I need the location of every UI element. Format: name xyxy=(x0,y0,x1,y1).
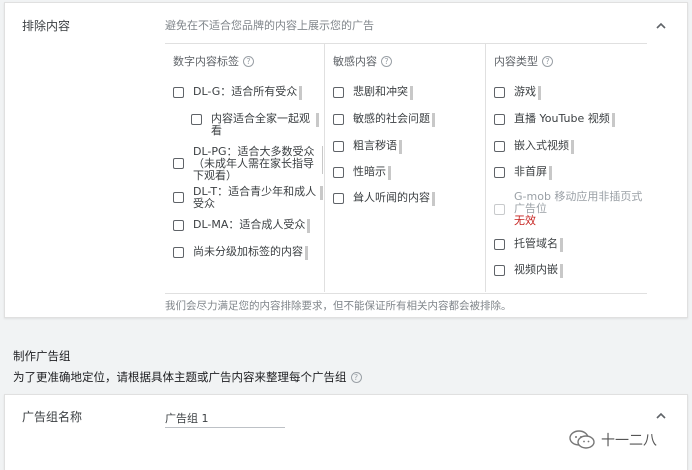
option-label: 敏感的社会问题 xyxy=(353,112,430,125)
help-icon[interactable]: ? xyxy=(350,371,362,383)
option-in-video[interactable]: 视频内嵌 xyxy=(494,264,563,278)
option-label: 嵌入式视频 xyxy=(514,139,569,152)
checkbox[interactable] xyxy=(333,141,344,152)
option-label: 悲剧和冲突 xyxy=(353,85,408,98)
option-embedded-video[interactable]: 嵌入式视频 xyxy=(494,140,574,154)
scroll-marker xyxy=(316,113,319,127)
column-header: 敏感内容 xyxy=(333,55,377,68)
scroll-marker xyxy=(549,166,552,180)
checkbox[interactable] xyxy=(494,167,505,178)
scroll-marker xyxy=(321,146,323,174)
checkbox[interactable] xyxy=(173,247,184,258)
adgroup-name-label: 广告组名称 xyxy=(22,410,83,424)
checkbox[interactable] xyxy=(191,114,202,125)
wechat-icon xyxy=(569,430,595,449)
option-dl-pg[interactable]: DL-PG：适合大多数受众（未成年人需在家长指导下观看） xyxy=(173,146,323,182)
card-title: 排除内容 xyxy=(22,19,71,33)
help-icon[interactable]: ? xyxy=(542,55,553,67)
chevron-up-icon[interactable] xyxy=(653,407,669,423)
option-label: DL-MA：适合成人受众 xyxy=(193,218,306,231)
option-label: DL-T：适合青少年和成人受众 xyxy=(193,185,317,210)
help-icon[interactable]: ? xyxy=(243,55,254,67)
option-label: 粗言秽语 xyxy=(353,139,397,152)
watermark: 十一二八 xyxy=(568,429,657,451)
scroll-marker xyxy=(388,166,391,180)
checkbox[interactable] xyxy=(494,239,505,250)
checkbox[interactable] xyxy=(173,220,184,231)
chevron-up-icon[interactable] xyxy=(653,17,669,33)
checkbox[interactable] xyxy=(494,87,505,98)
option-games[interactable]: 游戏 xyxy=(494,86,541,100)
adgroup-section-subtitle: 为了更准确地定位，请根据具体主题或广告内容来整理每个广告组 xyxy=(13,370,347,384)
option-parked-domains[interactable]: 托管域名 xyxy=(494,238,563,252)
scroll-marker xyxy=(432,192,435,206)
scroll-marker xyxy=(538,86,541,100)
option-label: 内容适合全家一起观看 xyxy=(211,112,310,137)
checkbox[interactable] xyxy=(494,141,505,152)
column-content-type: 内容类型 ? 游戏 直播 YouTube 视频 嵌入式视频 非首屏 G-mob … xyxy=(486,44,647,292)
exclusion-grid: 数字内容标签 ? DL-G：适合所有受众 内容适合全家一起观看 DL-PG：适合… xyxy=(165,43,647,292)
checkbox[interactable] xyxy=(333,114,344,125)
option-live-youtube[interactable]: 直播 YouTube 视频 xyxy=(494,113,615,127)
scroll-marker xyxy=(299,86,303,100)
checkbox[interactable] xyxy=(173,87,184,98)
help-icon[interactable]: ? xyxy=(381,55,392,67)
checkbox-disabled xyxy=(494,204,505,215)
option-sensational[interactable]: 耸人听闻的内容 xyxy=(333,192,435,206)
scroll-marker xyxy=(432,113,435,127)
option-social-issues[interactable]: 敏感的社会问题 xyxy=(333,113,435,127)
scroll-marker xyxy=(571,140,574,154)
checkbox[interactable] xyxy=(173,158,184,169)
column-header: 内容类型 xyxy=(494,55,538,68)
option-tragedy-conflict[interactable]: 悲剧和冲突 xyxy=(333,86,413,100)
option-profanity[interactable]: 粗言秽语 xyxy=(333,140,402,154)
checkbox[interactable] xyxy=(333,193,344,204)
column-header: 数字内容标签 xyxy=(173,55,239,68)
option-label: 直播 YouTube 视频 xyxy=(514,112,610,125)
scroll-marker xyxy=(560,264,563,278)
scroll-marker xyxy=(611,113,615,127)
option-label: 视频内嵌 xyxy=(514,263,558,276)
option-label: DL-PG：适合大多数受众（未成年人需在家长指导下观看） xyxy=(193,145,315,182)
option-label: 非首屏 xyxy=(514,165,547,178)
adgroup-section-title: 制作广告组 xyxy=(13,349,71,363)
checkbox[interactable] xyxy=(333,87,344,98)
option-dl-ma[interactable]: DL-MA：适合成人受众 xyxy=(173,219,323,233)
option-label: 性暗示 xyxy=(353,165,386,178)
option-label: 耸人听闻的内容 xyxy=(353,191,430,204)
option-gmob-disabled: G-mob 移动应用非插页式广告位 无效 xyxy=(494,191,644,227)
option-unrated[interactable]: 尚未分级加标签的内容 xyxy=(173,246,323,260)
content-exclusion-card: 排除内容 避免在不适合您品牌的内容上展示您的广告 数字内容标签 ? DL-G：适… xyxy=(4,2,688,318)
option-sexually-suggestive[interactable]: 性暗示 xyxy=(333,166,391,180)
checkbox[interactable] xyxy=(173,192,184,203)
option-label: 游戏 xyxy=(514,85,536,98)
option-dl-t[interactable]: DL-T：适合青少年和成人受众 xyxy=(173,186,323,210)
scroll-marker xyxy=(305,246,308,260)
scroll-marker xyxy=(307,219,311,233)
column-digital-labels: 数字内容标签 ? DL-G：适合所有受众 内容适合全家一起观看 DL-PG：适合… xyxy=(165,44,325,292)
checkbox[interactable] xyxy=(494,265,505,276)
option-label: 托管域名 xyxy=(514,237,558,250)
option-dl-g[interactable]: DL-G：适合所有受众 xyxy=(173,86,323,100)
exclusion-disclaimer: 我们会尽力满足您的内容排除要求，但不能保证所有相关内容都会被排除。 xyxy=(165,293,647,313)
checkbox[interactable] xyxy=(494,114,505,125)
checkbox[interactable] xyxy=(333,167,344,178)
column-sensitive-content: 敏感内容 ? 悲剧和冲突 敏感的社会问题 粗言秽语 性暗示 耸人听闻的内容 xyxy=(325,44,486,292)
watermark-text: 十一二八 xyxy=(601,433,657,449)
adgroup-name-input[interactable] xyxy=(165,408,285,428)
scroll-marker xyxy=(560,238,563,252)
card-description: 避免在不适合您品牌的内容上展示您的广告 xyxy=(165,19,374,32)
scroll-marker xyxy=(399,140,402,154)
option-family-friendly[interactable]: 内容适合全家一起观看 xyxy=(191,113,319,137)
option-below-fold[interactable]: 非首屏 xyxy=(494,166,552,180)
option-label: G-mob 移动应用非插页式广告位 xyxy=(514,190,643,215)
scroll-marker xyxy=(410,86,413,100)
option-label: 尚未分级加标签的内容 xyxy=(193,245,303,258)
scroll-marker xyxy=(320,186,323,200)
option-label: DL-G：适合所有受众 xyxy=(193,85,298,98)
invalid-note: 无效 xyxy=(514,214,536,227)
